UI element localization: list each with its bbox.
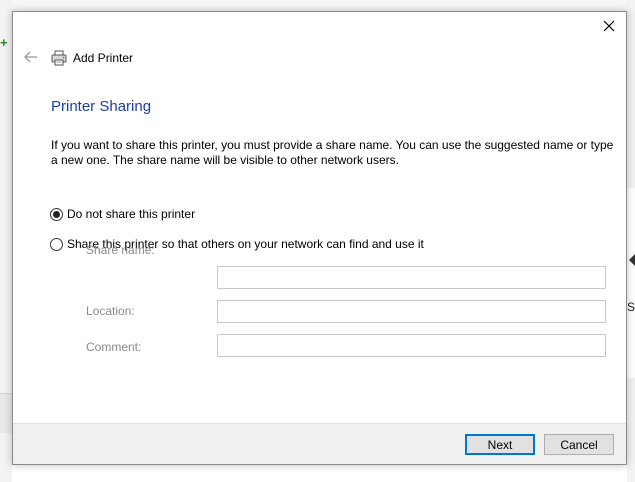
printer-icon: [51, 49, 69, 67]
background-window-panel: [0, 393, 12, 433]
comment-label: Comment:: [86, 340, 142, 354]
background-text: S: [627, 300, 635, 314]
page-description: If you want to share this printer, you m…: [51, 138, 614, 167]
add-icon: +: [0, 35, 8, 50]
radio-button-selected[interactable]: [50, 207, 63, 221]
next-button[interactable]: Next: [465, 434, 535, 455]
back-arrow-icon: [24, 51, 38, 66]
add-printer-dialog: Add Printer Printer Sharing If you want …: [12, 11, 627, 465]
dialog-header: Add Printer: [21, 47, 133, 69]
page-title: Printer Sharing: [51, 98, 152, 115]
share-name-input[interactable]: [217, 266, 606, 289]
radio-button[interactable]: [50, 237, 63, 251]
dialog-footer: Next Cancel: [13, 423, 626, 464]
share-name-label: Share name:: [86, 243, 155, 257]
close-button[interactable]: [598, 17, 620, 37]
close-icon: [603, 20, 615, 35]
background-window-panel-right: [627, 188, 635, 378]
location-label: Location:: [86, 304, 135, 318]
location-input[interactable]: [217, 300, 606, 323]
back-button[interactable]: [21, 48, 41, 68]
radio-label: Do not share this printer: [67, 207, 196, 221]
cancel-button[interactable]: Cancel: [544, 434, 614, 455]
background-arrow-icon: [629, 254, 635, 266]
radio-do-not-share[interactable]: Do not share this printer: [50, 207, 195, 221]
dialog-header-title: Add Printer: [73, 51, 134, 65]
comment-input[interactable]: [217, 334, 606, 357]
